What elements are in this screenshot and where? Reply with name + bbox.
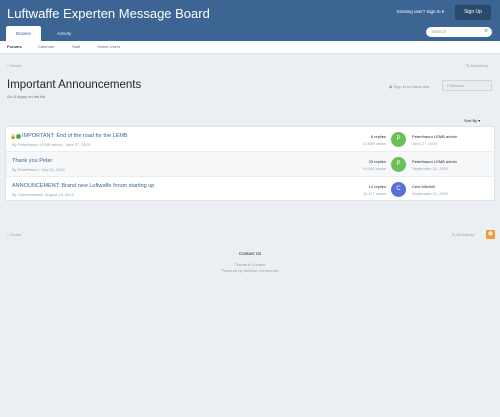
subnav-staff[interactable]: Staff [72, 44, 80, 49]
last-post-date[interactable]: June 27, 2019 [412, 141, 457, 146]
topic-title[interactable]: IMPORTANT: End of the road for the LEMB [22, 133, 128, 139]
all-activity-label: All Activity [470, 63, 489, 68]
topic-row[interactable]: Thank you Peter By Peterthauro, July 04,… [6, 152, 494, 177]
search-icon[interactable]: ⌕ [485, 28, 488, 35]
page-title: Important Announcements [7, 79, 142, 91]
last-post-date[interactable]: September 21, 2019 [412, 191, 448, 196]
all-activity-link-bottom[interactable]: ↻ All Activity [452, 232, 474, 237]
topic-row[interactable]: 🔒 IMPORTANT: End of the road for the LEM… [6, 127, 494, 152]
breadcrumb-home[interactable]: ⌂ Home [7, 63, 21, 68]
all-activity-label: All Activity [456, 232, 475, 237]
topic-stats: 6 replies 10,689 views [334, 134, 386, 146]
topic-replies: 14 replies [368, 184, 386, 189]
topic-meta: By Peterthauro, July 04, 2019 [12, 167, 65, 172]
topic-status-icons: 🔒 [10, 134, 22, 140]
avatar[interactable]: P [391, 157, 406, 172]
last-post: Peterthauro LEMB admin June 27, 2019 [412, 134, 457, 146]
topic-replies: 33 replies [368, 159, 386, 164]
sign-in-link[interactable]: Existing user? Sign In ▾ [397, 9, 444, 15]
subnav-forums[interactable]: Forums [7, 44, 22, 49]
follow-label: Sign in to follow this [393, 84, 429, 89]
avatar[interactable]: P [391, 132, 406, 147]
search-placeholder: Search [432, 29, 447, 34]
topic-views: 12,117 views [362, 191, 386, 196]
subnav-calendar[interactable]: Calendar [38, 44, 54, 49]
all-activity-link[interactable]: ↻ All Activity [466, 63, 488, 68]
site-header: Luftwaffe Experten Message Board Existin… [0, 0, 500, 41]
topic-stats: 33 replies 19,440 views [334, 159, 386, 171]
last-post: Cent Mitchell September 21, 2019 [412, 184, 448, 196]
topic-stats: 14 replies 12,117 views [334, 184, 386, 196]
topic-meta: By Cybermenace, August 14, 2019 [12, 192, 74, 197]
last-post-user[interactable]: Cent Mitchell [412, 184, 448, 189]
last-post-date[interactable]: September 22, 2019 [412, 166, 457, 171]
contact-us-link[interactable]: Contact Us [0, 251, 500, 256]
site-title[interactable]: Luftwaffe Experten Message Board [7, 6, 210, 21]
last-post-user[interactable]: Peterthauro LEMB admin [412, 159, 457, 164]
topic-list: 🔒 IMPORTANT: End of the road for the LEM… [5, 126, 495, 201]
sort-by-dropdown[interactable]: Sort By ▾ [464, 118, 480, 123]
page-subtitle: Go & Apply on the list [7, 94, 46, 99]
subnav-online-users[interactable]: Online Users [97, 44, 120, 49]
topic-row[interactable]: ANNOUNCEMENT: Brand new Luftwaffe forum … [6, 177, 494, 202]
theme-selector[interactable]: Theme ▸ Contact [0, 262, 500, 267]
breadcrumb-home-label: Home [10, 232, 22, 237]
primary-nav: Browse Activity [0, 26, 500, 41]
topic-meta: By Peterthauro LEMB admin, June 27, 2019 [12, 142, 91, 147]
tab-activity[interactable]: Activity [47, 26, 81, 41]
topic-title[interactable]: ANNOUNCEMENT: Brand new Luftwaffe forum … [12, 183, 154, 189]
topic-views: 19,440 views [362, 166, 386, 171]
last-post: Peterthauro LEMB admin September 22, 201… [412, 159, 457, 171]
pinned-icon [16, 134, 22, 140]
sign-up-button[interactable]: Sign Up [455, 5, 491, 20]
follow-link[interactable]: ◉ Sign in to follow this [389, 84, 429, 89]
followers-button[interactable]: Followers [442, 80, 492, 91]
topic-views: 10,689 views [362, 141, 386, 146]
avatar[interactable]: C [391, 182, 406, 197]
breadcrumb-home-label: Home [10, 63, 22, 68]
rss-icon[interactable]: ◉ [486, 230, 495, 239]
search-input[interactable]: Search ⌕ [426, 27, 492, 37]
tab-browse[interactable]: Browse [6, 26, 42, 41]
breadcrumb-home-bottom[interactable]: ⌂ Home [7, 232, 21, 237]
topic-title[interactable]: Thank you Peter [12, 158, 52, 164]
secondary-nav: Forums Calendar Staff Online Users [0, 41, 500, 54]
powered-by[interactable]: Powered by Invision Community [0, 268, 500, 273]
last-post-user[interactable]: Peterthauro LEMB admin [412, 134, 457, 139]
topic-replies: 6 replies [370, 134, 386, 139]
